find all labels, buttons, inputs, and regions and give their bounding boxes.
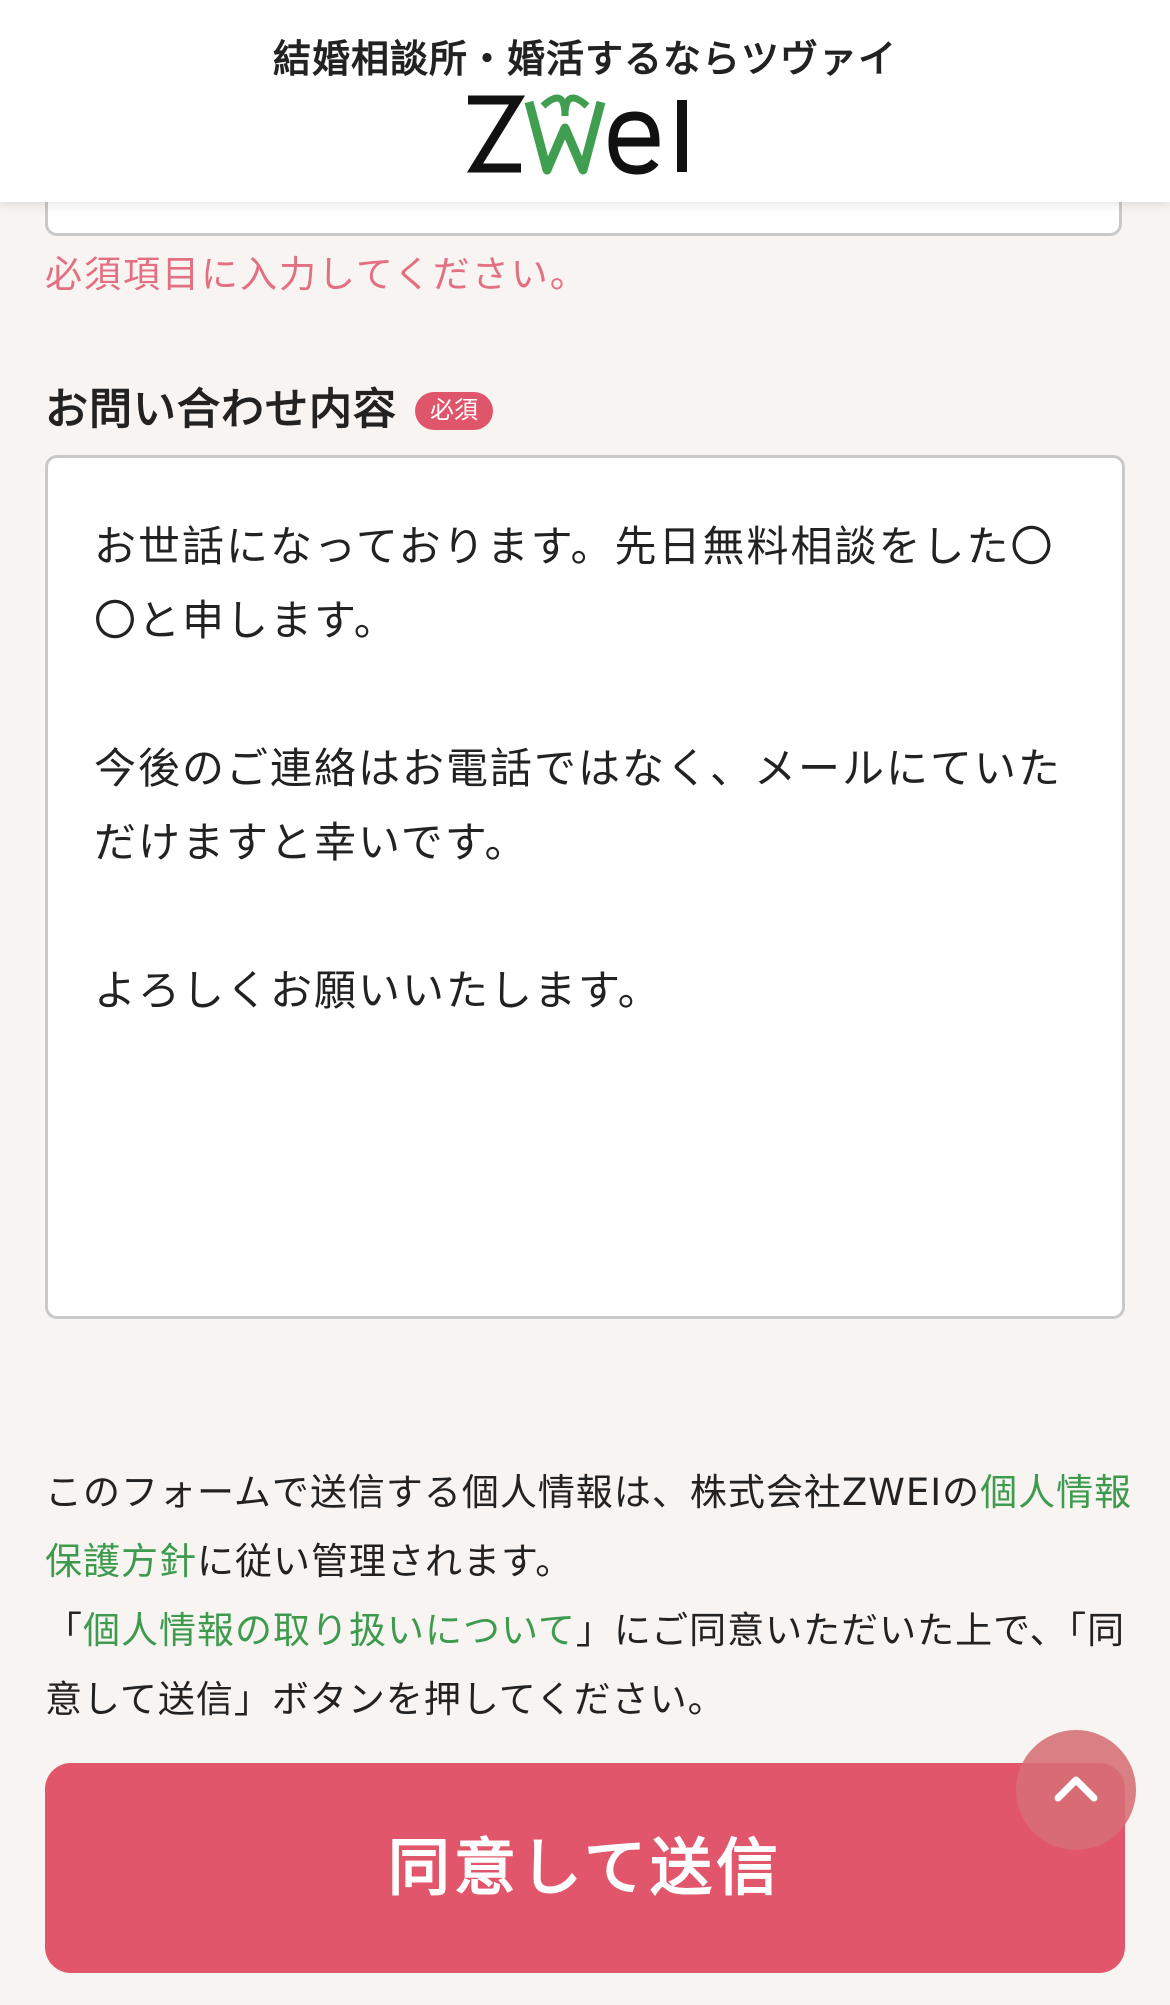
personal-info-handling-link[interactable]: 個人情報の取り扱いについて bbox=[83, 1609, 576, 1652]
consent-text-part: このフォームで送信する個人情報は、株式会社ZWEIの bbox=[45, 1471, 981, 1514]
inquiry-textarea[interactable]: お世話になっております。先日無料相談をした〇〇と申します。 今後のご連絡はお電話… bbox=[45, 455, 1125, 1319]
site-header: 結婚相談所・婚活するならツヴァイ bbox=[0, 0, 1170, 202]
consent-text-part: 「 bbox=[45, 1609, 83, 1652]
required-error-message: 必須項目に入力してください。 bbox=[45, 253, 589, 296]
header-tagline: 結婚相談所・婚活するならツヴァイ bbox=[272, 37, 897, 81]
inquiry-label-row: お問い合わせ内容 必須 bbox=[45, 376, 493, 436]
zwei-logo[interactable] bbox=[465, 88, 705, 178]
agree-and-submit-button[interactable]: 同意して送信 bbox=[45, 1763, 1125, 1973]
consent-text: このフォームで送信する個人情報は、株式会社ZWEIの個人情報保護方針に従い管理さ… bbox=[45, 1458, 1135, 1734]
scroll-to-top-button[interactable] bbox=[1016, 1730, 1136, 1850]
required-badge: 必須 bbox=[415, 392, 493, 430]
inquiry-label: お問い合わせ内容 bbox=[45, 385, 397, 435]
consent-text-part: に従い管理されます。 bbox=[197, 1540, 574, 1583]
chevron-up-icon bbox=[1054, 1776, 1098, 1802]
